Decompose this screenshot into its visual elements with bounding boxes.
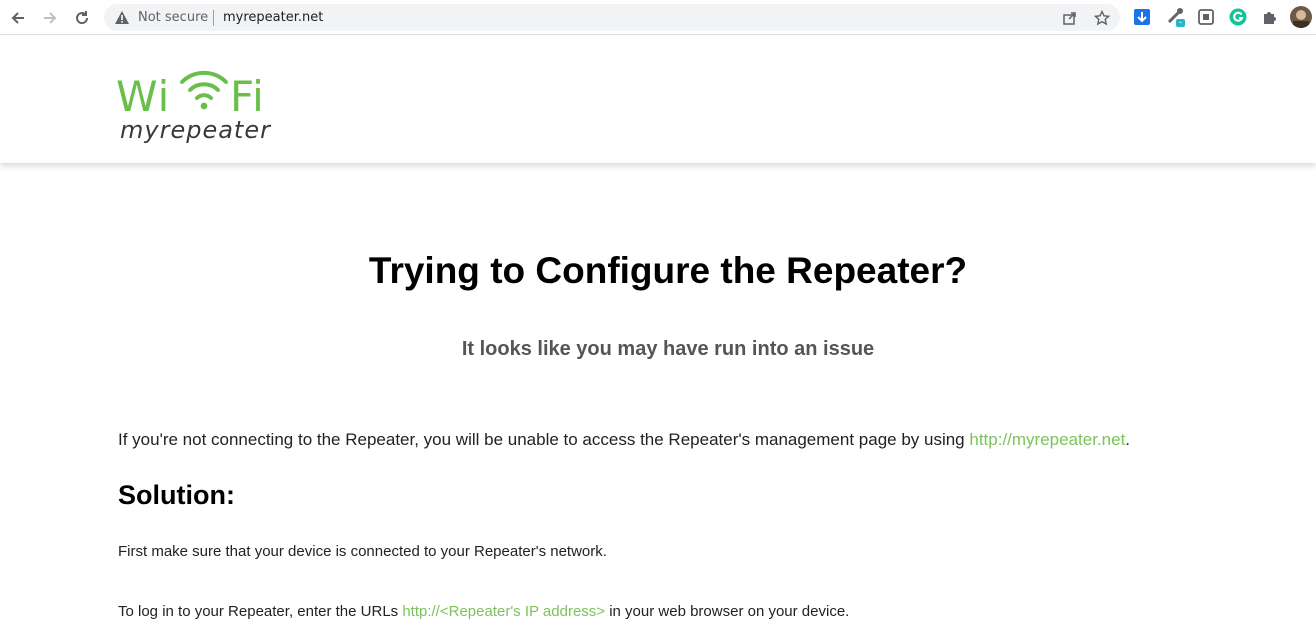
wifi-myrepeater-logo[interactable]: Wi Fi myrepeater [116, 66, 276, 146]
back-button[interactable] [6, 6, 30, 30]
intro-text: If you're not connecting to the Repeater… [118, 430, 970, 449]
download-extension-icon[interactable] [1132, 7, 1152, 27]
forward-button[interactable] [38, 6, 62, 30]
myrepeater-link[interactable]: http://myrepeater.net [969, 430, 1125, 449]
solution-heading: Solution: [118, 480, 235, 510]
step2-text: To log in to your Repeater, enter the UR… [118, 603, 403, 620]
warning-icon[interactable] [114, 10, 130, 30]
logo-wifi-right: Fi [230, 72, 265, 121]
screenshot-extension-icon[interactable] [1196, 7, 1216, 27]
logo-wifi-left: Wi [116, 72, 171, 121]
arrow-left-icon [11, 12, 24, 24]
page-title: Trying to Configure the Repeater? [368, 250, 968, 291]
reload-button[interactable] [70, 6, 94, 30]
intro-paragraph: If you're not connecting to the Repeater… [118, 430, 1130, 450]
logo-subtitle: myrepeater [120, 116, 271, 144]
arrow-right-icon [44, 12, 57, 24]
solution-step-2: To log in to your Repeater, enter the UR… [118, 603, 849, 620]
solution-step-1: First make sure that your device is conn… [118, 543, 607, 560]
security-label[interactable]: Not secure [138, 10, 208, 25]
wifi-signal-icon [180, 70, 228, 110]
url-text[interactable]: myrepeater.net [223, 10, 323, 25]
intro-end: . [1125, 430, 1131, 449]
repeater-ip-link[interactable]: http://<Repeater's IP address> [402, 603, 605, 620]
eyedropper-extension-icon[interactable]: - [1166, 7, 1186, 27]
page-subtitle: It looks like you may have run into an i… [461, 338, 875, 360]
browser-toolbar: Not secure myrepeater.net - [0, 0, 1316, 35]
address-bar[interactable]: Not secure myrepeater.net [104, 4, 1120, 31]
address-separator [213, 10, 214, 26]
share-icon[interactable] [1061, 9, 1079, 27]
grammarly-icon[interactable] [1228, 7, 1248, 27]
profile-avatar[interactable] [1290, 6, 1312, 28]
extensions-puzzle-icon[interactable] [1260, 7, 1280, 27]
bookmark-star-icon[interactable] [1093, 9, 1111, 27]
site-header: Wi Fi myrepeater [0, 36, 1316, 163]
reload-icon [76, 11, 89, 25]
step2-end: in your web browser on your device. [605, 603, 850, 620]
extension-badge: - [1179, 17, 1182, 27]
